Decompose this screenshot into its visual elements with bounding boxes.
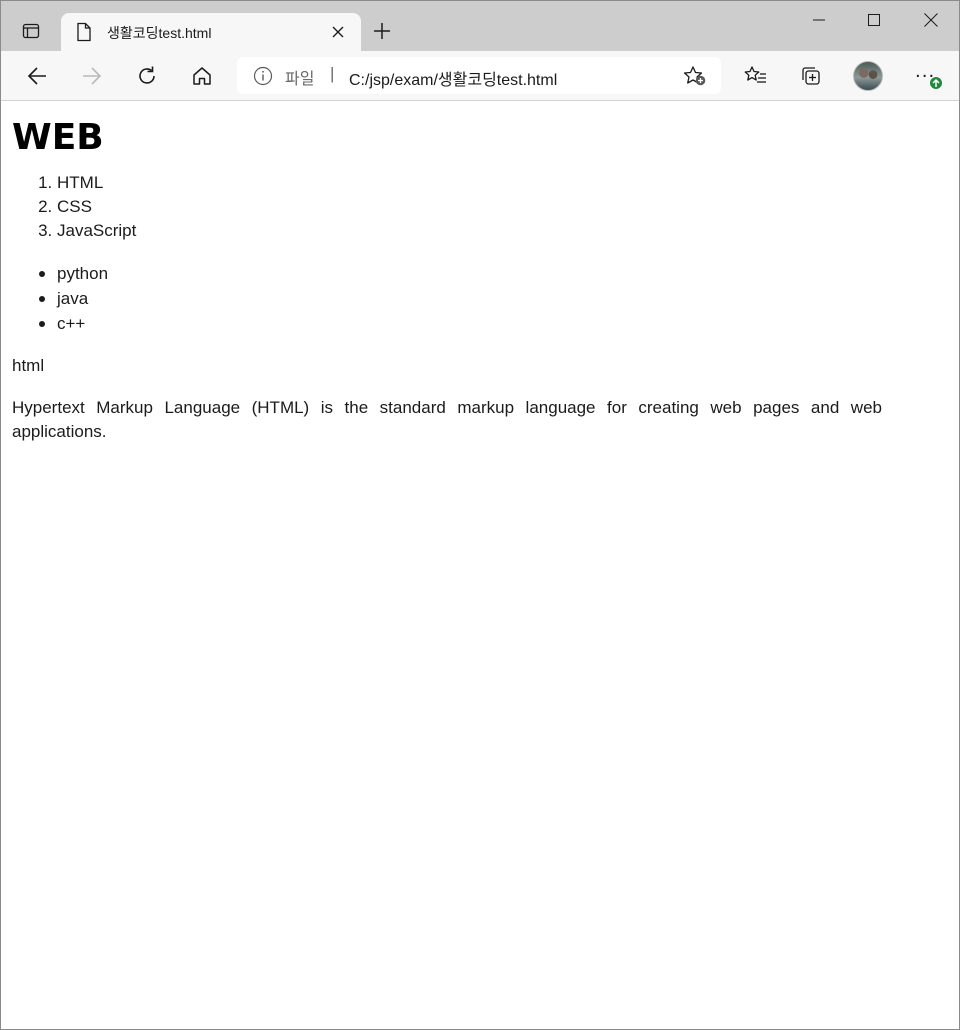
home-button[interactable] xyxy=(186,60,218,92)
ordered-list-item: JavaScript xyxy=(57,219,958,243)
update-badge xyxy=(929,76,943,90)
ordered-list-item: CSS xyxy=(57,195,958,219)
tab-strip: 생활코딩test.html xyxy=(1,1,959,51)
arrow-right-icon xyxy=(83,67,102,85)
tab-actions-button[interactable] xyxy=(11,15,51,47)
refresh-button[interactable] xyxy=(131,60,163,92)
tab-actions-icon xyxy=(22,23,40,39)
page-heading: WEB xyxy=(12,117,104,158)
window-close-button[interactable] xyxy=(908,5,954,35)
arrow-up-icon xyxy=(932,78,940,87)
tab-close-button[interactable] xyxy=(329,23,347,41)
home-icon xyxy=(193,67,211,85)
forward-button[interactable] xyxy=(76,60,108,92)
close-icon xyxy=(924,13,938,27)
minimize-icon xyxy=(813,19,825,21)
close-icon xyxy=(332,26,344,38)
info-icon[interactable] xyxy=(253,66,273,86)
tab-title: 생활코딩test.html xyxy=(107,25,212,41)
unordered-list-item: c++ xyxy=(57,311,958,336)
description-paragraph: Hypertext Markup Language (HTML) is the … xyxy=(12,398,882,441)
refresh-icon xyxy=(139,66,155,84)
collections-button[interactable] xyxy=(795,60,827,92)
arrow-left-icon xyxy=(27,67,46,85)
favorites-list-icon xyxy=(744,66,766,83)
maximize-icon xyxy=(868,14,880,26)
term-paragraph: html xyxy=(12,356,45,375)
browser-toolbar: 파일 | C:/jsp/exam/생활코딩test.html ··· xyxy=(1,51,959,101)
plus-icon xyxy=(374,23,390,39)
profile-avatar[interactable] xyxy=(853,61,883,91)
page-content: WEB HTML CSS JavaScript python java c++ … xyxy=(2,102,958,1029)
unordered-list: python java c++ xyxy=(12,261,958,336)
ordered-list-item: HTML xyxy=(57,171,958,195)
browser-window: 생활코딩test.html 파일 | C:/jsp/exam/생활코딩test.… xyxy=(0,0,960,1030)
collections-icon xyxy=(802,67,820,85)
minimize-button[interactable] xyxy=(796,5,842,35)
maximize-button[interactable] xyxy=(851,5,897,35)
back-button[interactable] xyxy=(21,60,53,92)
tab-active[interactable]: 생활코딩test.html xyxy=(61,13,361,51)
unordered-list-item: java xyxy=(57,286,958,311)
ordered-list: HTML CSS JavaScript xyxy=(12,171,958,243)
new-tab-button[interactable] xyxy=(369,18,395,44)
address-url[interactable]: C:/jsp/exam/생활코딩test.html xyxy=(349,66,557,90)
address-separator: | xyxy=(330,64,335,83)
page-icon xyxy=(77,22,91,42)
favorites-button[interactable] xyxy=(740,60,772,92)
unordered-list-item: python xyxy=(57,261,958,286)
address-scheme: 파일 xyxy=(285,71,315,88)
address-bar[interactable]: 파일 | C:/jsp/exam/생활코딩test.html xyxy=(237,57,721,94)
add-favorite-icon[interactable] xyxy=(683,65,707,87)
settings-more-button[interactable]: ··· xyxy=(907,60,943,92)
